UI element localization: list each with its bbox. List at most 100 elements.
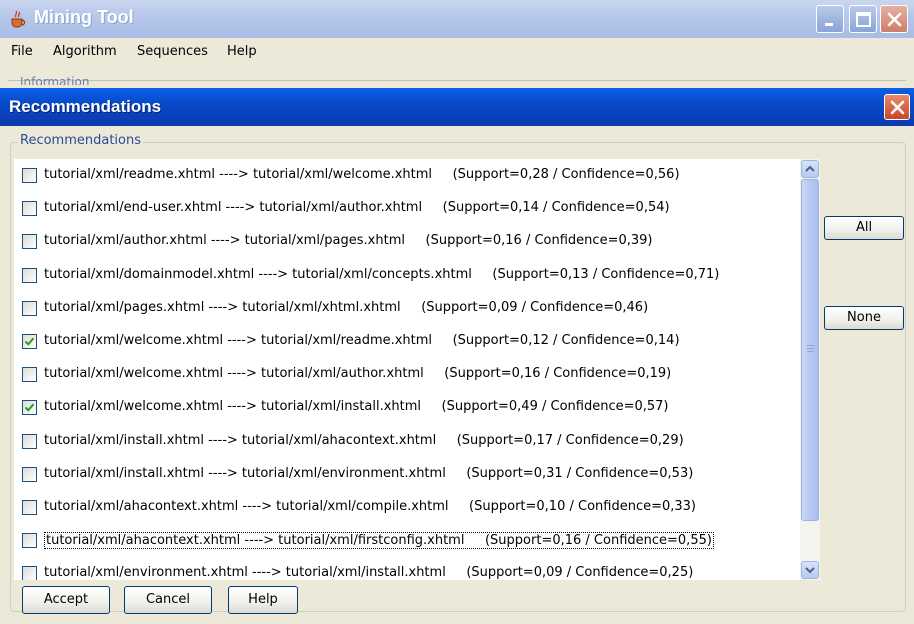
list-item[interactable]: tutorial/xml/end-user.xhtml ----> tutori… xyxy=(14,192,800,225)
check-icon xyxy=(24,337,35,346)
chevron-up-icon xyxy=(805,165,815,172)
list-item[interactable]: tutorial/xml/welcome.xhtml ----> tutoria… xyxy=(14,325,800,358)
recommendation-checkbox[interactable] xyxy=(22,466,37,482)
scroll-down-button[interactable] xyxy=(801,561,819,579)
close-icon xyxy=(887,12,902,27)
main-window-title: Mining Tool xyxy=(34,7,134,27)
recommendation-checkbox[interactable] xyxy=(22,367,37,383)
grip-line xyxy=(807,348,814,349)
list-scrollbar[interactable] xyxy=(800,159,820,580)
accept-button[interactable]: Accept xyxy=(22,586,110,614)
recommendation-label: tutorial/xml/readme.xhtml ----> tutorial… xyxy=(44,167,680,182)
menu-algorithm[interactable]: Algorithm xyxy=(53,44,117,59)
list-item[interactable]: tutorial/xml/install.xhtml ----> tutoria… xyxy=(14,458,800,491)
recommendation-checkbox[interactable] xyxy=(22,533,37,549)
rule-stats: (Support=0,17 / Confidence=0,29) xyxy=(456,432,684,448)
list-item[interactable]: tutorial/xml/install.xhtml ----> tutoria… xyxy=(14,425,800,458)
recommendations-list[interactable]: tutorial/xml/readme.xhtml ----> tutorial… xyxy=(14,159,800,580)
rule-text: tutorial/xml/environment.xhtml ----> tut… xyxy=(44,565,446,580)
rule-stats: (Support=0,31 / Confidence=0,53) xyxy=(466,465,694,481)
rule-stats: (Support=0,14 / Confidence=0,54) xyxy=(442,200,670,216)
recommendation-label: tutorial/xml/domainmodel.xhtml ----> tut… xyxy=(44,267,719,282)
grip-line xyxy=(807,345,814,346)
chevron-down-icon xyxy=(805,567,815,574)
recommendation-label: tutorial/xml/install.xhtml ----> tutoria… xyxy=(44,433,684,448)
list-item[interactable]: tutorial/xml/welcome.xhtml ----> tutoria… xyxy=(14,391,800,424)
recommendation-label: tutorial/xml/ahacontext.xhtml ----> tuto… xyxy=(44,532,714,550)
dialog-close-button[interactable] xyxy=(884,94,910,120)
main-window-titlebar[interactable]: Mining Tool xyxy=(0,0,914,38)
rule-stats: (Support=0,09 / Confidence=0,25) xyxy=(466,565,694,580)
rule-stats: (Support=0,10 / Confidence=0,33) xyxy=(469,499,696,514)
list-item[interactable]: tutorial/xml/pages.xhtml ----> tutorial/… xyxy=(14,292,800,325)
recommendation-label: tutorial/xml/welcome.xhtml ----> tutoria… xyxy=(44,399,669,414)
list-item[interactable]: tutorial/xml/readme.xhtml ----> tutorial… xyxy=(14,159,800,192)
maximize-icon xyxy=(856,12,871,27)
select-none-button[interactable]: None xyxy=(824,306,904,330)
java-cup-icon xyxy=(11,10,26,28)
recommendation-checkbox[interactable] xyxy=(22,566,37,580)
recommendation-checkbox[interactable] xyxy=(22,234,37,250)
maximize-button[interactable] xyxy=(849,5,877,33)
recommendation-checkbox[interactable] xyxy=(22,168,37,183)
rule-stats: (Support=0,16 / Confidence=0,19) xyxy=(444,366,672,382)
recommendation-checkbox[interactable] xyxy=(22,201,37,217)
list-item[interactable]: tutorial/xml/welcome.xhtml ----> tutoria… xyxy=(14,358,800,391)
recommendation-checkbox[interactable] xyxy=(22,300,37,316)
scroll-thumb[interactable] xyxy=(801,179,819,521)
rule-stats: (Support=0,28 / Confidence=0,56) xyxy=(452,167,680,182)
rule-text: tutorial/xml/author.xhtml ----> tutorial… xyxy=(44,233,405,249)
minimize-button[interactable] xyxy=(816,5,844,33)
rule-stats: (Support=0,16 / Confidence=0,39) xyxy=(425,233,653,249)
recommendation-label: tutorial/xml/welcome.xhtml ----> tutoria… xyxy=(44,333,680,348)
menu-help[interactable]: Help xyxy=(227,44,257,59)
recommendations-dialog: Recommendations Recommendations tutorial… xyxy=(0,88,914,624)
rule-text: tutorial/xml/domainmodel.xhtml ----> tut… xyxy=(44,266,472,282)
recommendation-checkbox[interactable] xyxy=(22,433,37,449)
rule-stats: (Support=0,09 / Confidence=0,46) xyxy=(421,299,649,315)
menu-sequences[interactable]: Sequences xyxy=(137,44,208,59)
scroll-up-button[interactable] xyxy=(801,160,819,178)
close-button[interactable] xyxy=(880,5,908,33)
dialog-title: Recommendations xyxy=(9,97,162,116)
recommendation-label: tutorial/xml/install.xhtml ----> tutoria… xyxy=(44,466,693,481)
cancel-button[interactable]: Cancel xyxy=(124,586,212,614)
recommendation-label: tutorial/xml/end-user.xhtml ----> tutori… xyxy=(44,200,670,215)
recommendation-label: tutorial/xml/ahacontext.xhtml ----> tuto… xyxy=(44,499,696,514)
dialog-titlebar[interactable]: Recommendations xyxy=(0,88,914,126)
rule-text: tutorial/xml/end-user.xhtml ----> tutori… xyxy=(44,200,423,216)
select-all-button[interactable]: All xyxy=(824,216,904,240)
menu-file[interactable]: File xyxy=(11,44,33,59)
recommendation-checkbox[interactable] xyxy=(22,334,37,349)
recommendation-checkbox[interactable] xyxy=(22,400,37,416)
rule-text: tutorial/xml/install.xhtml ----> tutoria… xyxy=(44,465,446,481)
rule-text: tutorial/xml/welcome.xhtml ----> tutoria… xyxy=(44,399,422,415)
list-item[interactable]: tutorial/xml/author.xhtml ----> tutorial… xyxy=(14,225,800,258)
check-icon xyxy=(24,403,35,413)
rule-stats: (Support=0,13 / Confidence=0,71) xyxy=(492,266,720,282)
rule-stats: (Support=0,16 / Confidence=0,55) xyxy=(484,533,712,549)
list-item[interactable]: tutorial/xml/ahacontext.xhtml ----> tuto… xyxy=(14,491,800,524)
list-item[interactable]: tutorial/xml/ahacontext.xhtml ----> tuto… xyxy=(14,524,800,557)
rule-stats: (Support=0,12 / Confidence=0,14) xyxy=(452,333,680,348)
rule-text: tutorial/xml/welcome.xhtml ----> tutoria… xyxy=(44,366,424,382)
help-button[interactable]: Help xyxy=(228,586,298,614)
recommendation-label: tutorial/xml/pages.xhtml ----> tutorial/… xyxy=(44,300,648,315)
rule-text: tutorial/xml/readme.xhtml ----> tutorial… xyxy=(44,167,433,182)
recommendation-label: tutorial/xml/environment.xhtml ----> tut… xyxy=(44,565,693,580)
rule-text: tutorial/xml/pages.xhtml ----> tutorial/… xyxy=(44,299,401,315)
minimize-icon xyxy=(825,23,833,26)
recommendation-checkbox[interactable] xyxy=(22,500,37,515)
recommendation-label: tutorial/xml/author.xhtml ----> tutorial… xyxy=(44,233,652,248)
recommendations-group-label: Recommendations xyxy=(18,133,144,148)
information-group-label: Information xyxy=(20,75,90,85)
recommendation-checkbox[interactable] xyxy=(22,267,37,283)
rule-text: tutorial/xml/welcome.xhtml ----> tutoria… xyxy=(44,333,433,348)
grip-line xyxy=(807,351,814,352)
close-icon xyxy=(890,100,905,115)
list-item[interactable]: tutorial/xml/environment.xhtml ----> tut… xyxy=(14,557,800,580)
information-group-border xyxy=(8,80,906,81)
menu-bar: File Algorithm Sequences Help xyxy=(0,38,914,64)
list-item[interactable]: tutorial/xml/domainmodel.xhtml ----> tut… xyxy=(14,259,800,292)
recommendation-label: tutorial/xml/welcome.xhtml ----> tutoria… xyxy=(44,366,671,381)
